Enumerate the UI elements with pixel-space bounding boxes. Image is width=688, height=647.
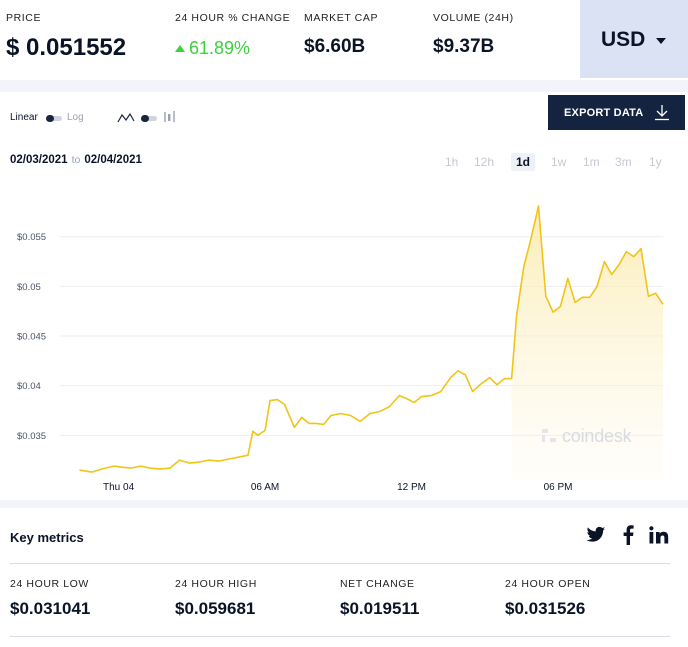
metric-24h-low: 24 HOUR LOW $0.031041 [10,578,90,619]
change-value: 61.89% [189,38,251,58]
metric-value: $0.031041 [10,599,91,618]
date-to[interactable]: 02/04/2021 [84,154,142,166]
date-from[interactable]: 02/03/2021 [10,154,68,166]
metric-label: 24 HOUR LOW [10,578,89,590]
metric-24h-open: 24 HOUR OPEN $0.031526 [505,578,590,619]
range-tab-1y[interactable]: 1y [649,155,662,169]
facebook-icon[interactable] [622,525,634,545]
export-data-button[interactable]: EXPORT DATA [548,95,685,130]
linkedin-icon[interactable] [649,526,669,544]
x-axis: Thu 04 06 AM 12 PM 06 PM [103,482,572,493]
y-tick-label: $0.04 [17,381,41,392]
up-triangle-icon [175,45,185,52]
range-tab-3m[interactable]: 3m [615,155,632,169]
scale-toggle[interactable] [46,115,62,122]
metric-value: $0.031526 [505,599,586,618]
y-tick-label: $0.05 [17,282,41,293]
download-icon [655,105,669,121]
y-axis: $0.035 $0.04 $0.045 $0.05 $0.055 [17,232,46,442]
stat-label: PRICE [6,12,42,24]
stat-value: $6.60B [304,36,366,57]
twitter-icon[interactable] [586,526,606,544]
x-tick-label: 06 AM [251,482,279,493]
y-tick-label: $0.045 [17,332,46,343]
range-tab-1m[interactable]: 1m [583,155,600,169]
export-label: EXPORT DATA [564,107,644,119]
section-divider [0,80,688,92]
y-tick-label: $0.055 [17,232,46,243]
metric-label: 24 HOUR OPEN [505,578,591,590]
scale-log-label[interactable]: Log [67,112,84,123]
metric-net-change: NET CHANGE $0.019511 [340,578,419,619]
metric-value: $0.019511 [340,599,420,618]
currency-label: USD [601,28,646,51]
x-tick-label: 06 PM [544,482,573,493]
metrics-divider [10,563,670,564]
range-tab-12h[interactable]: 12h [474,155,494,169]
key-metrics-title: Key metrics [10,530,84,545]
metric-label: NET CHANGE [340,578,415,590]
range-tab-1h[interactable]: 1h [445,155,458,169]
coindesk-watermark: coindesk [562,426,632,446]
metrics-bottom-divider [10,636,670,637]
stat-label: 24 HOUR % CHANGE [175,12,291,24]
range-tab-1d[interactable]: 1d [511,153,536,171]
chart-type-toggle[interactable] [141,115,157,122]
candlestick-icon[interactable] [163,110,177,124]
stat-label: VOLUME (24H) [433,12,514,24]
y-tick-label: $0.035 [17,431,46,442]
date-to-word: to [71,154,81,166]
currency-dropdown[interactable]: USD [580,0,688,78]
date-range[interactable]: 02/03/2021 to 02/04/2021 [10,154,142,166]
metric-24h-high: 24 HOUR HIGH $0.059681 [175,578,257,619]
coindesk-logo-icon [542,429,556,442]
metric-label: 24 HOUR HIGH [175,578,257,590]
stat-value: $ 0.051552 [6,34,127,61]
price-chart[interactable]: $0.035 $0.04 $0.045 $0.05 $0.055 Thu 04 06 AM… [0,185,688,500]
range-tab-1w[interactable]: 1w [551,155,566,169]
metric-value: $0.059681 [175,599,256,618]
section-divider [0,500,688,508]
stat-label: MARKET CAP [304,12,379,24]
stat-value: $9.37B [433,36,495,57]
x-tick-label: Thu 04 [103,482,135,493]
x-tick-label: 12 PM [397,482,426,493]
scale-linear-label[interactable]: Linear [10,112,38,123]
line-chart-icon[interactable] [117,112,135,124]
stat-value: 61.89% [175,38,250,59]
caret-down-icon [656,38,666,44]
